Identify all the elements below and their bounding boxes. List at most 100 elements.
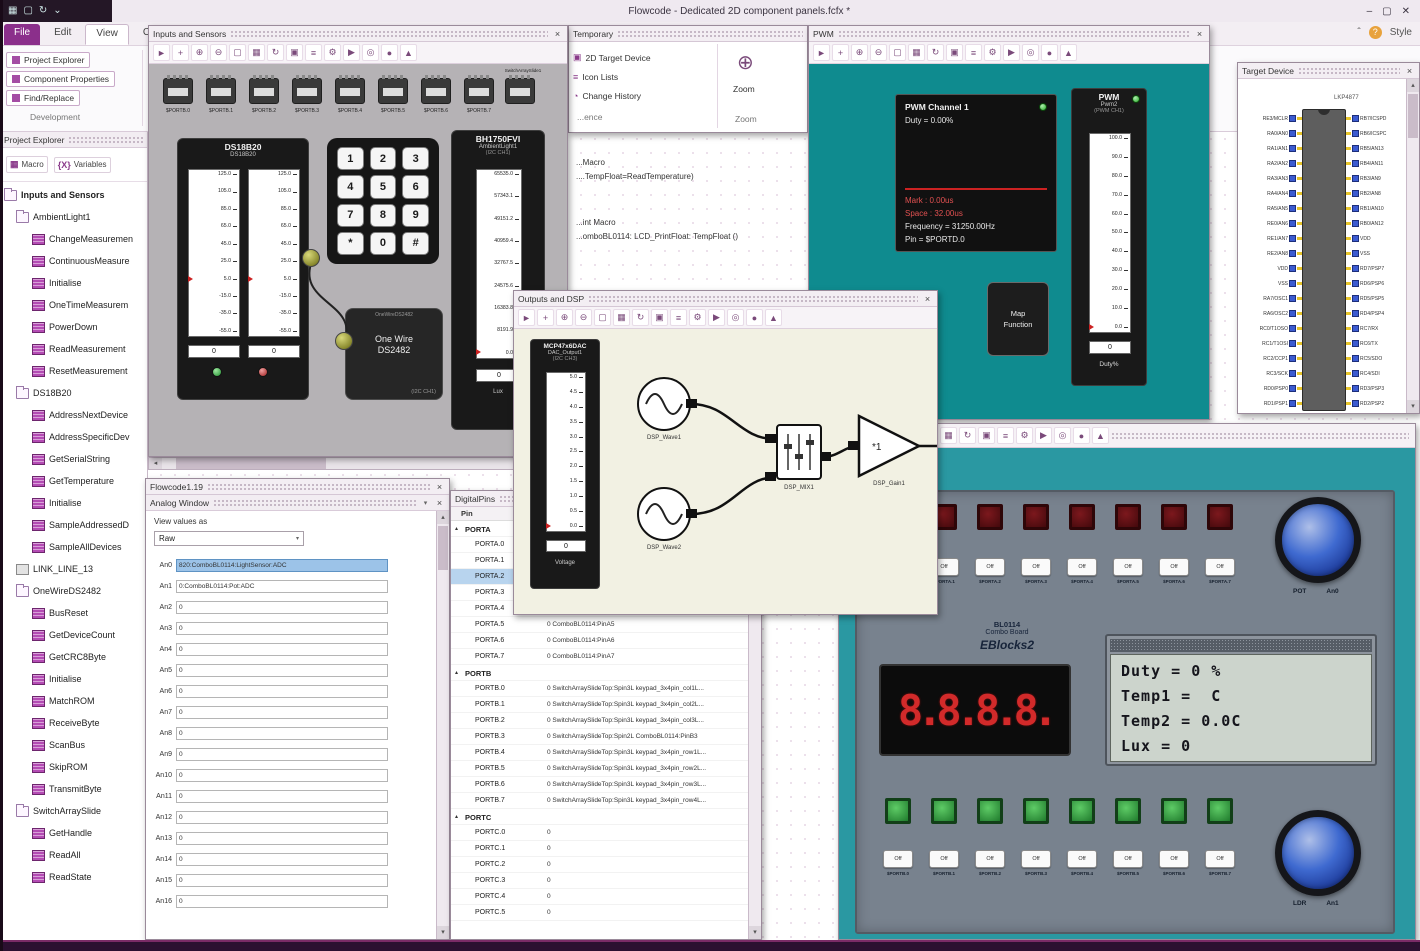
- toolbar-icon[interactable]: ≡: [305, 44, 322, 61]
- scrollbar-thumb[interactable]: [438, 526, 448, 570]
- zoom-icon[interactable]: ⊕: [737, 50, 754, 75]
- close-icon[interactable]: ×: [922, 294, 933, 304]
- chip-pin[interactable]: RD7/PSP7: [1346, 261, 1406, 276]
- toolbar-icon[interactable]: ⊖: [210, 44, 227, 61]
- digital-pin-row[interactable]: ▴PORTA.60 ComboBL0114:PinA6: [451, 633, 748, 649]
- chip-pin[interactable]: RE3/MCLR: [1240, 111, 1302, 126]
- switch-button[interactable]: Off: [929, 850, 959, 868]
- dsp-wave2-block[interactable]: [637, 487, 691, 541]
- toolbar-icon[interactable]: +: [832, 44, 849, 61]
- tree-item[interactable]: SampleAllDevices: [0, 536, 147, 558]
- ribbon-tab[interactable]: View: [85, 24, 129, 45]
- channel-value-field[interactable]: 0: [176, 748, 388, 761]
- digital-pin-row[interactable]: ▴PORTB.00 SwitchArraySlideTop:Spin3L key…: [451, 681, 748, 697]
- help-icon[interactable]: ?: [1368, 26, 1382, 39]
- toolbar-icon[interactable]: ▲: [1060, 44, 1077, 61]
- slide-switch[interactable]: Off $PORTA.5: [1111, 558, 1145, 584]
- channel-value-field[interactable]: 0: [176, 643, 388, 656]
- slide-switch[interactable]: Off $PORTA.3: [1019, 558, 1053, 584]
- switch-button[interactable]: Off: [975, 850, 1005, 868]
- tree-item[interactable]: OneWireDS2482: [0, 580, 147, 602]
- toolbar-icon[interactable]: ►: [153, 44, 170, 61]
- toolbar-icon[interactable]: ⚙: [984, 44, 1001, 61]
- wire-node[interactable]: [335, 332, 353, 350]
- tree-item[interactable]: SwitchArraySlide: [0, 800, 147, 822]
- chip-pin[interactable]: VSS: [1240, 276, 1302, 291]
- titlebar-dots[interactable]: [230, 30, 548, 37]
- digital-pin-row[interactable]: ▴PORTB.10 SwitchArraySlideTop:Spin3L key…: [451, 697, 748, 713]
- switch-button[interactable]: Off: [1159, 558, 1189, 576]
- chip-pin[interactable]: RA6/OSC2: [1240, 306, 1302, 321]
- chip-pin[interactable]: RA7/OSC1: [1240, 291, 1302, 306]
- close-icon[interactable]: ×: [552, 29, 563, 39]
- port-connector[interactable]: [505, 75, 535, 104]
- tree-item[interactable]: ReadAll: [0, 844, 147, 866]
- toolbar-icon[interactable]: ◎: [362, 44, 379, 61]
- digital-pin-row[interactable]: ▴PORTC.00: [451, 825, 748, 841]
- titlebar-dots[interactable]: [1111, 431, 1409, 440]
- scrollbar-thumb[interactable]: [176, 458, 326, 469]
- keypad-key[interactable]: 3: [402, 147, 429, 171]
- titlebar-dots[interactable]: [213, 499, 417, 506]
- toolbar-icon[interactable]: ▲: [400, 44, 417, 61]
- scroll-down-icon[interactable]: ▾: [1407, 400, 1419, 413]
- pot-knob[interactable]: [1275, 497, 1361, 583]
- tree-item[interactable]: PowerDown: [0, 316, 147, 338]
- toolbar-icon[interactable]: ▦: [940, 427, 957, 444]
- titlebar-dots[interactable]: [588, 295, 918, 302]
- digital-pin-row[interactable]: ▴PORTB.30 SwitchArraySlideTop:Spin2L Com…: [451, 729, 748, 745]
- keypad-key[interactable]: 9: [402, 203, 429, 227]
- ribbon-tab[interactable]: File: [4, 24, 41, 45]
- toolbar-icon[interactable]: ●: [1041, 44, 1058, 61]
- chip-pin[interactable]: VDD: [1346, 231, 1406, 246]
- chip-pin[interactable]: RB0/AN12: [1346, 216, 1406, 231]
- tree-item[interactable]: ReadState: [0, 866, 147, 888]
- toolbar-icon[interactable]: +: [172, 44, 189, 61]
- switch-button[interactable]: Off: [1205, 558, 1235, 576]
- digital-pin-row[interactable]: ▴PORTB.20 SwitchArraySlideTop:Spin3L key…: [451, 713, 748, 729]
- tree-item[interactable]: ChangeMeasuremen: [0, 228, 147, 250]
- vertical-scrollbar[interactable]: ▴ ▾: [1406, 79, 1419, 413]
- toolbar-icon[interactable]: ▦: [908, 44, 925, 61]
- chip-pin[interactable]: RC2/CCP1: [1240, 351, 1302, 366]
- tree-item[interactable]: MatchROM: [0, 690, 147, 712]
- toolbar-icon[interactable]: ↻: [632, 309, 649, 326]
- ribbon-tab[interactable]: Edit: [44, 24, 81, 45]
- horizontal-scrollbar[interactable]: ◂ ▸: [148, 457, 568, 470]
- keypad-key[interactable]: 4: [337, 175, 364, 199]
- switch-button[interactable]: Off: [1205, 850, 1235, 868]
- tree-item[interactable]: Initialise: [0, 492, 147, 514]
- tree-item[interactable]: GetCRC8Byte: [0, 646, 147, 668]
- chip-pin[interactable]: RD4/PSP4: [1346, 306, 1406, 321]
- tree-item[interactable]: Inputs and Sensors: [0, 184, 147, 206]
- ldr-knob[interactable]: [1275, 810, 1361, 896]
- chip-pin[interactable]: RD1/PSP1: [1240, 396, 1302, 411]
- toolbar-icon[interactable]: ●: [381, 44, 398, 61]
- toolbar-icon[interactable]: ▢: [889, 44, 906, 61]
- group-caret-icon[interactable]: ▴: [455, 669, 458, 676]
- dsp-mix-block[interactable]: [776, 424, 822, 480]
- toolbar-icon[interactable]: ▲: [765, 309, 782, 326]
- tree-item[interactable]: GetTemperature: [0, 470, 147, 492]
- toolbar-icon[interactable]: ◎: [1054, 427, 1071, 444]
- minimize-button[interactable]: –: [1367, 6, 1373, 17]
- chip-pin[interactable]: RC6/TX: [1346, 336, 1406, 351]
- switch-button[interactable]: Off: [1067, 558, 1097, 576]
- chip-pin[interactable]: RE0/AN6: [1240, 216, 1302, 231]
- switch-button[interactable]: Off: [883, 850, 913, 868]
- toolbar-icon[interactable]: ►: [813, 44, 830, 61]
- toolbar-icon[interactable]: ⊖: [870, 44, 887, 61]
- channel-value-field[interactable]: 0: [176, 622, 388, 635]
- digital-pin-row[interactable]: ▴ PORTC: [451, 809, 748, 825]
- slide-switch[interactable]: Off $PORTB.7: [1203, 850, 1237, 876]
- qat-icon[interactable]: ⌄: [53, 6, 61, 16]
- toolbar-icon[interactable]: ▣: [651, 309, 668, 326]
- switch-button[interactable]: Off: [1159, 850, 1189, 868]
- digital-pin-row[interactable]: ▴PORTA.70 ComboBL0114:PinA7: [451, 649, 748, 665]
- qat-icon[interactable]: ▦: [8, 6, 17, 16]
- keypad-key[interactable]: 1: [337, 147, 364, 171]
- chip-pin[interactable]: RB6/ICSPC: [1346, 126, 1406, 141]
- tree-item[interactable]: AddressNextDevice: [0, 404, 147, 426]
- view-option[interactable]: ▣ 2D Target Device: [573, 48, 651, 67]
- slide-switch[interactable]: Off $PORTB.3: [1019, 850, 1053, 876]
